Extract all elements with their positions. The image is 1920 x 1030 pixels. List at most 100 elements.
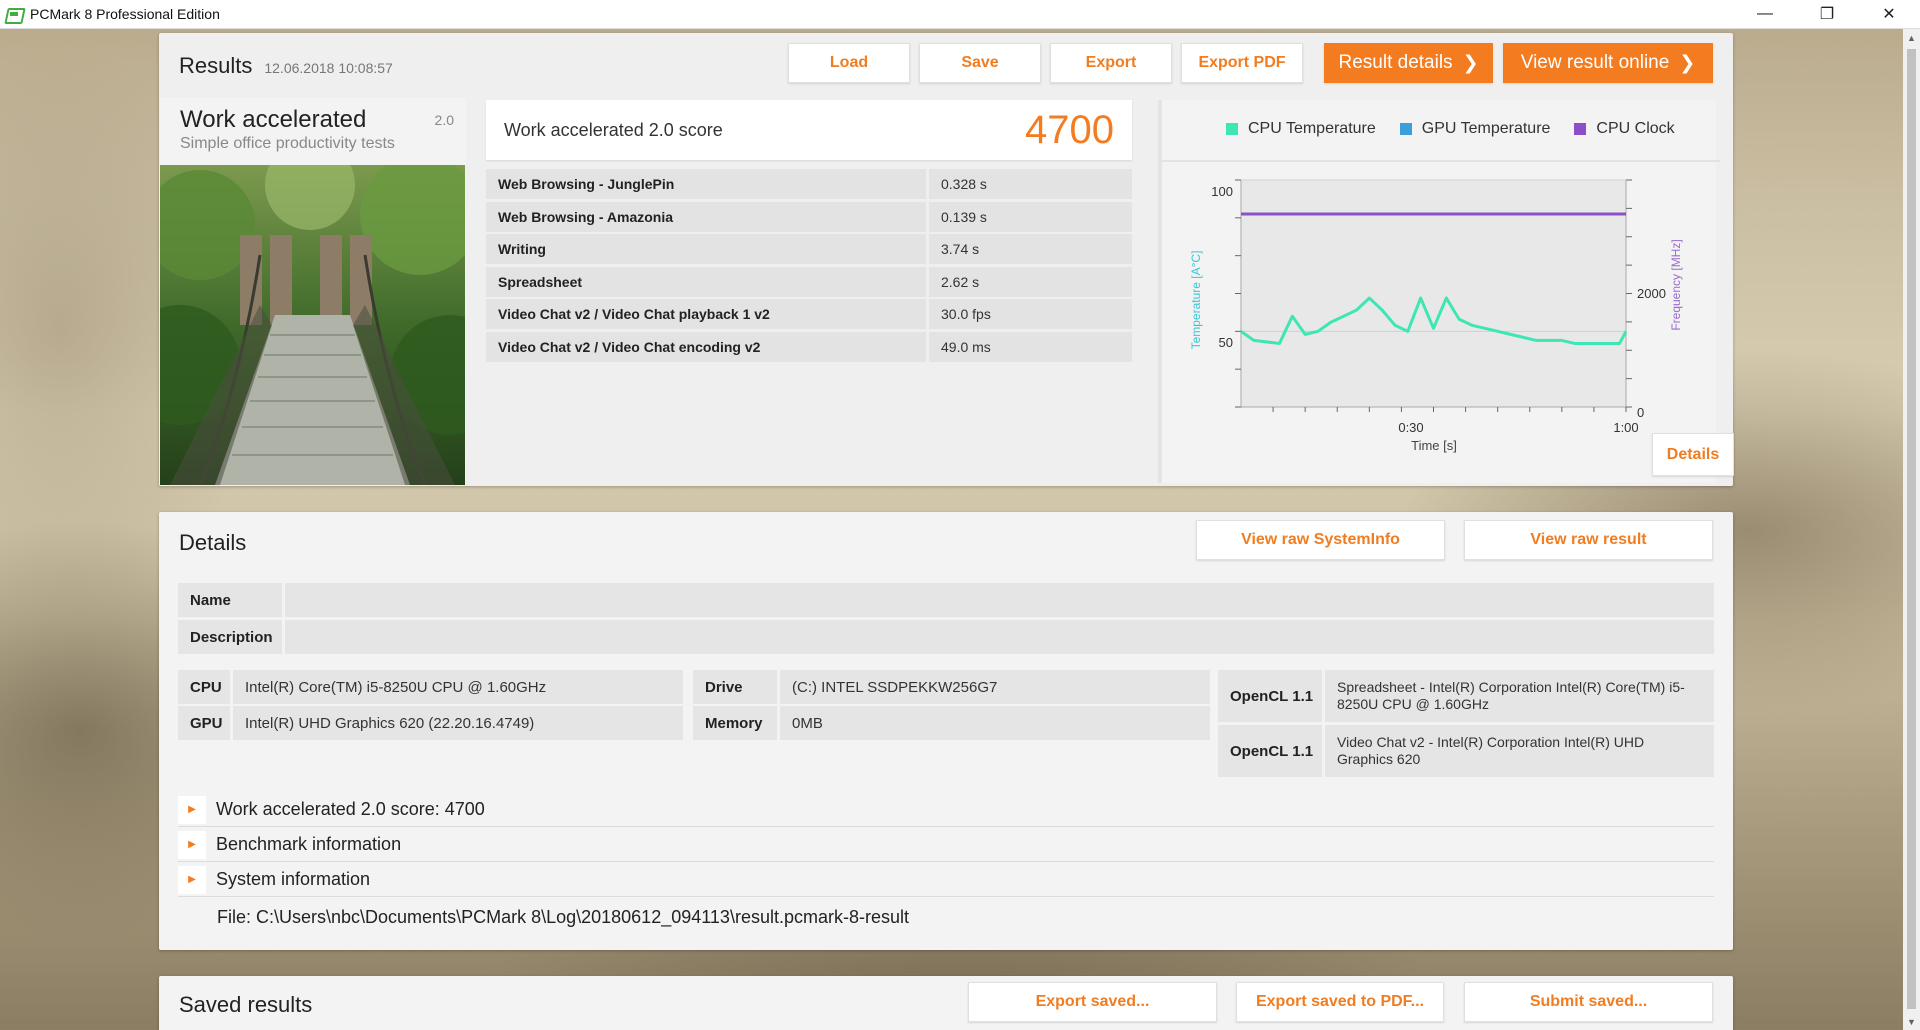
export-button[interactable]: Export — [1050, 43, 1172, 83]
result-value: 3.74 s — [929, 234, 1132, 264]
opencl-label: OpenCL 1.1 — [1218, 725, 1322, 777]
chart-plot: 100 50 2000 0 0:30 1:00 Time [s] Tempera… — [1189, 179, 1683, 453]
export-pdf-button[interactable]: Export PDF — [1181, 43, 1303, 83]
chevron-right-icon: ❯ — [1462, 52, 1479, 74]
details-panel: Details View raw SystemInfo View raw res… — [159, 512, 1733, 950]
table-row: Spreadsheet 2.62 s — [486, 266, 1132, 297]
table-row: Writing 3.74 s — [486, 234, 1132, 264]
test-version: 2.0 — [434, 112, 454, 128]
window-titlebar: PCMark 8 Professional Edition — ❐ ✕ — [0, 0, 1920, 29]
bridge-illustration — [160, 165, 465, 485]
result-file-path: File: C:\Users\nbc\Documents\PCMark 8\Lo… — [217, 907, 909, 927]
expander-label: Work accelerated 2.0 score: 4700 — [216, 799, 485, 819]
scroll-up-icon[interactable]: ▲ — [1903, 29, 1920, 46]
submit-saved-button[interactable]: Submit saved... — [1464, 982, 1713, 1022]
opencl-spreadsheet-row: OpenCL 1.1 Spreadsheet - Intel(R) Corpor… — [1218, 670, 1714, 722]
result-name: Web Browsing - JunglePin — [486, 169, 926, 199]
drive-label: Drive — [693, 670, 777, 704]
table-row: Web Browsing - Amazonia 0.139 s — [486, 201, 1132, 232]
score-box: Work accelerated 2.0 score 4700 — [486, 100, 1132, 160]
chart-details-button[interactable]: Details — [1652, 433, 1734, 476]
opencl-value: Video Chat v2 - Intel(R) Corporation Int… — [1325, 725, 1714, 777]
results-panel: Results 12.06.2018 10:08:57 Load Save Ex… — [159, 33, 1733, 486]
load-button[interactable]: Load — [788, 43, 910, 83]
table-row: Video Chat v2 / Video Chat encoding v2 49… — [486, 331, 1132, 362]
memory-row: Memory 0MB — [693, 706, 1210, 740]
gpu-row: GPU Intel(R) UHD Graphics 620 (22.20.16.… — [178, 706, 683, 740]
y-right-tick-label: 2000 — [1637, 286, 1666, 301]
test-image-bridge — [160, 165, 465, 485]
details-header: Details — [179, 530, 246, 556]
test-name: Work accelerated — [180, 106, 367, 133]
maximize-button[interactable]: ❐ — [1796, 0, 1858, 29]
y-left-tick-label: 100 — [1211, 184, 1233, 199]
chevron-right-icon: ❯ — [1679, 52, 1696, 74]
result-name: Writing — [486, 234, 926, 264]
expander-score[interactable]: ▶ Work accelerated 2.0 score: 4700 — [178, 793, 1714, 827]
caret-right-icon[interactable]: ▶ — [178, 795, 206, 824]
y-left-tick-label: 50 — [1219, 335, 1233, 350]
result-value: 30.0 fps — [929, 299, 1132, 329]
minimize-button[interactable]: — — [1734, 0, 1796, 29]
saved-header: Saved results — [179, 992, 312, 1018]
x-axis-label: Time [s] — [1411, 438, 1457, 453]
result-value: 0.139 s — [929, 201, 1132, 232]
description-value — [285, 620, 1714, 654]
expander-system-info[interactable]: ▶ System information — [178, 863, 1714, 897]
drive-value: (C:) INTEL SSDPEKKW256G7 — [780, 670, 1210, 704]
score-value: 4700 — [1025, 107, 1114, 152]
memory-label: Memory — [693, 706, 777, 740]
scroll-down-icon[interactable]: ▼ — [1903, 1013, 1920, 1030]
expander-label: Benchmark information — [216, 834, 402, 854]
test-subtitle: Simple office productivity tests — [180, 135, 395, 152]
view-result-online-button[interactable]: View result online ❯ — [1503, 43, 1713, 83]
drive-row: Drive (C:) INTEL SSDPEKKW256G7 — [693, 670, 1210, 704]
expander-benchmark-info[interactable]: ▶ Benchmark information — [178, 828, 1714, 862]
details-title: Details — [179, 530, 247, 555]
cpu-label: CPU — [178, 670, 230, 704]
saved-title: Saved results — [179, 992, 313, 1017]
caret-right-icon[interactable]: ▶ — [178, 865, 206, 894]
result-name: Spreadsheet — [486, 266, 926, 297]
monitoring-chart: CPU Temperature GPU Temperature CPU Cloc… — [1158, 100, 1720, 483]
export-saved-pdf-button[interactable]: Export saved to PDF... — [1236, 982, 1444, 1022]
view-raw-systeminfo-button[interactable]: View raw SystemInfo — [1196, 520, 1445, 560]
export-saved-button[interactable]: Export saved... — [968, 982, 1217, 1022]
name-label: Name — [178, 583, 282, 617]
y-right-tick-label: 0 — [1637, 405, 1644, 420]
opencl-videochat-row: OpenCL 1.1 Video Chat v2 - Intel(R) Corp… — [1218, 725, 1714, 777]
result-value: 49.0 ms — [929, 331, 1132, 362]
view-online-label: View result online — [1520, 52, 1670, 73]
results-title: Results — [179, 53, 253, 78]
cpu-row: CPU Intel(R) Core(TM) i5-8250U CPU @ 1.6… — [178, 670, 683, 704]
score-label: Work accelerated 2.0 score — [504, 119, 723, 140]
result-details-button[interactable]: Result details ❯ — [1324, 43, 1493, 83]
memory-value: 0MB — [780, 706, 1210, 740]
y-right-axis-label: Frequency [MHz] — [1669, 239, 1683, 330]
vertical-scrollbar[interactable]: ▲ ▼ — [1903, 29, 1920, 1030]
results-date: 12.06.2018 10:08:57 — [264, 60, 393, 76]
description-label: Description — [178, 620, 282, 654]
result-name: Web Browsing - Amazonia — [486, 201, 926, 232]
result-value: 2.62 s — [929, 266, 1132, 297]
result-table: Web Browsing - JunglePin 0.328 s Web Brow… — [486, 169, 1132, 364]
expander-label: System information — [216, 869, 371, 889]
opencl-label: OpenCL 1.1 — [1218, 670, 1322, 722]
caret-right-icon[interactable]: ▶ — [178, 830, 206, 859]
table-row: Web Browsing - JunglePin 0.328 s — [486, 169, 1132, 199]
save-button[interactable]: Save — [919, 43, 1041, 83]
table-row: Video Chat v2 / Video Chat playback 1 v2… — [486, 299, 1132, 329]
result-value: 0.328 s — [929, 169, 1132, 199]
scroll-thumb[interactable] — [1907, 49, 1916, 1009]
window-controls: — ❐ ✕ — [1734, 0, 1920, 29]
name-row: Name — [178, 583, 1714, 617]
view-raw-result-button[interactable]: View raw result — [1464, 520, 1713, 560]
close-button[interactable]: ✕ — [1858, 0, 1920, 29]
gpu-value: Intel(R) UHD Graphics 620 (22.20.16.4749… — [233, 706, 683, 740]
opencl-value: Spreadsheet - Intel(R) Corporation Intel… — [1325, 670, 1714, 722]
x-tick-label: 0:30 — [1398, 420, 1423, 435]
result-name: Video Chat v2 / Video Chat playback 1 v2 — [486, 299, 926, 329]
result-details-label: Result details — [1338, 52, 1453, 73]
description-row: Description — [178, 620, 1714, 654]
result-name: Video Chat v2 / Video Chat encoding v2 — [486, 331, 926, 362]
